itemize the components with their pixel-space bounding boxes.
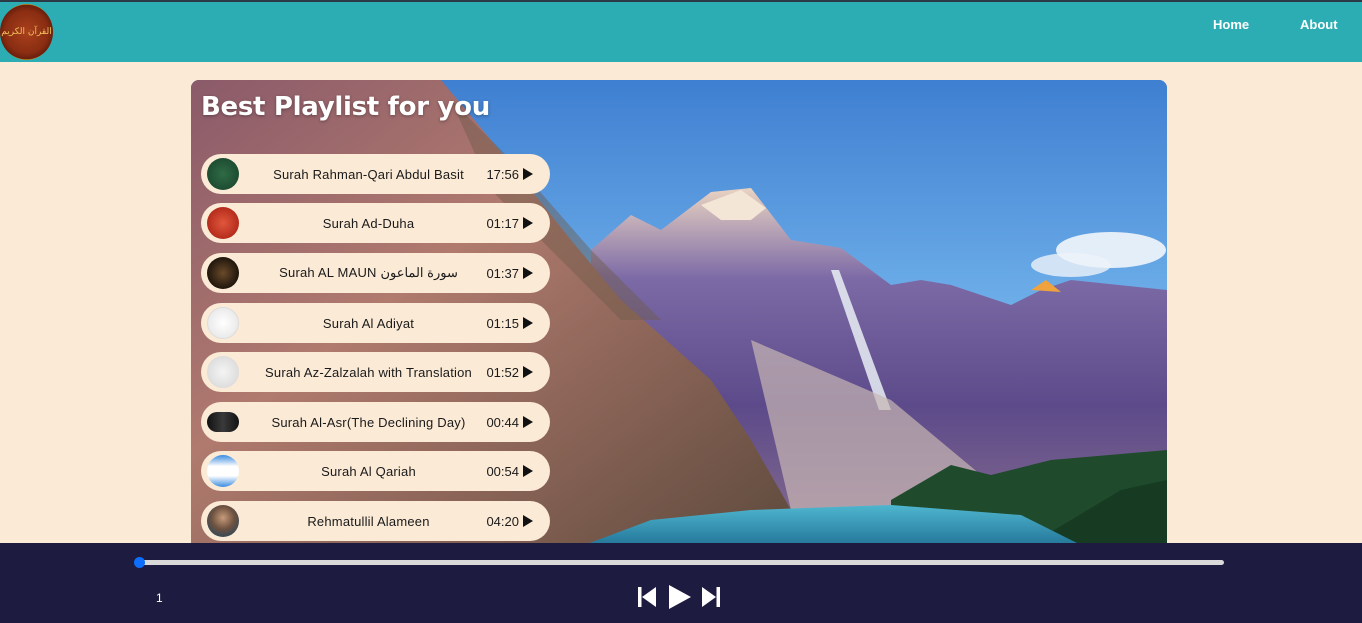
play-icon[interactable] <box>523 267 533 279</box>
track-thumbnail <box>207 455 239 487</box>
playlist-track[interactable]: Rehmatullil Alameen 04:20 <box>201 501 550 541</box>
play-icon[interactable] <box>669 585 691 609</box>
seek-bar[interactable] <box>134 557 1224 568</box>
hero-banner: Best Playlist for you Surah Rahman-Qari … <box>191 80 1167 550</box>
track-thumbnail <box>207 207 239 239</box>
nav-about-link[interactable]: About <box>1300 17 1338 32</box>
track-thumbnail <box>207 412 239 432</box>
track-name: Surah Az-Zalzalah with Translation <box>265 364 472 380</box>
seek-bar-handle[interactable] <box>134 557 145 568</box>
logo-calligraphy: القرآن الكريم <box>1 26 52 37</box>
play-icon[interactable] <box>523 515 533 527</box>
play-icon[interactable] <box>523 366 533 378</box>
audio-player: 1 <box>0 543 1362 623</box>
track-duration: 00:44 <box>486 414 519 430</box>
track-thumbnail <box>207 356 239 388</box>
track-thumbnail <box>207 307 239 339</box>
playlist-track[interactable]: Surah Rahman-Qari Abdul Basit 17:56 <box>201 154 550 194</box>
track-duration: 01:37 <box>486 265 519 281</box>
next-icon[interactable] <box>702 587 720 607</box>
track-name: Surah Al Adiyat <box>322 315 415 331</box>
playlist-title: Best Playlist for you <box>201 92 490 122</box>
track-duration: 04:20 <box>486 513 519 529</box>
current-time: 1 <box>156 591 163 605</box>
track-name: Surah Al-Asr(The Declining Day) <box>271 414 466 430</box>
track-name: Surah AL MAUN سورة الماعون <box>279 265 458 280</box>
playlist-track[interactable]: Surah AL MAUN سورة الماعون 01:37 <box>201 253 550 293</box>
play-icon[interactable] <box>523 416 533 428</box>
playlist-track[interactable]: Surah Al Adiyat 01:15 <box>201 303 550 343</box>
previous-icon[interactable] <box>638 587 656 607</box>
playlist-track[interactable]: Surah Al Qariah 00:54 <box>201 451 550 491</box>
navbar: القرآن الكريم Home About <box>0 0 1362 62</box>
track-duration: 17:56 <box>486 166 519 182</box>
playlist-track[interactable]: Surah Az-Zalzalah with Translation 01:52 <box>201 352 550 392</box>
track-duration: 00:54 <box>486 463 519 479</box>
track-duration: 01:52 <box>486 364 519 380</box>
nav-home-link[interactable]: Home <box>1213 17 1249 32</box>
play-icon[interactable] <box>523 317 533 329</box>
track-thumbnail <box>207 257 239 289</box>
track-name: Surah Ad-Duha <box>322 215 415 231</box>
playlist-track[interactable]: Surah Al-Asr(The Declining Day) 00:44 <box>201 402 550 442</box>
quran-logo-icon[interactable]: القرآن الكريم <box>0 4 53 60</box>
track-name: Surah Rahman-Qari Abdul Basit <box>273 166 464 182</box>
play-icon[interactable] <box>523 465 533 477</box>
track-thumbnail <box>207 158 239 190</box>
track-name: Surah Al Qariah <box>321 463 416 479</box>
track-name: Rehmatullil Alameen <box>307 513 430 529</box>
play-icon[interactable] <box>523 168 533 180</box>
playlist-track[interactable]: Surah Ad-Duha 01:17 <box>201 203 550 243</box>
play-icon[interactable] <box>523 217 533 229</box>
track-thumbnail <box>207 505 239 537</box>
track-duration: 01:15 <box>486 315 519 331</box>
track-duration: 01:17 <box>486 215 519 231</box>
